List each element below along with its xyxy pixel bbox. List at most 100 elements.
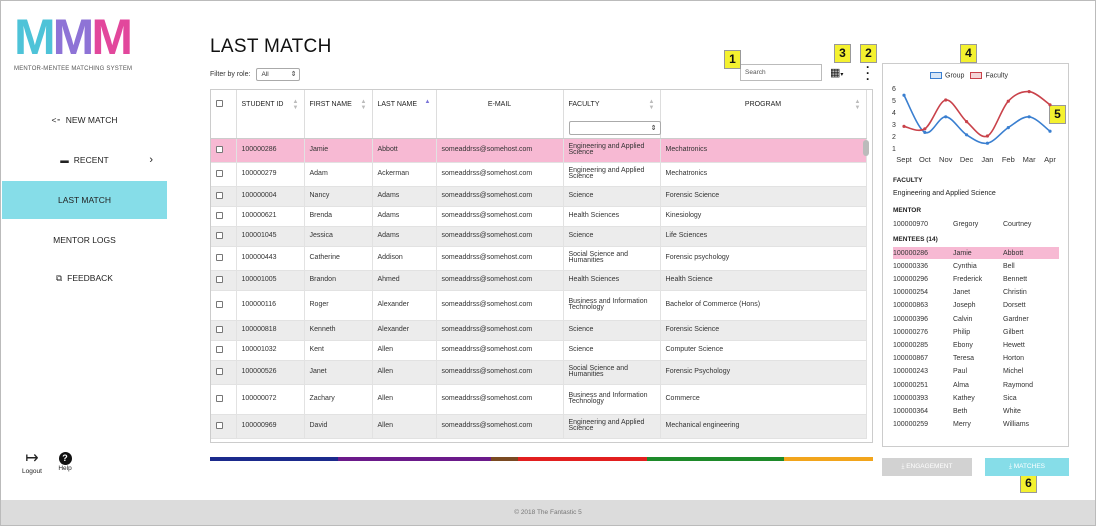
mentee-row[interactable]: 100000243 Paul Michel xyxy=(893,366,1059,378)
row-checkbox[interactable] xyxy=(216,367,223,375)
faculty-label: FACULTY xyxy=(893,177,923,184)
table-row[interactable]: 100000969 David Allen someaddrss@somehost.c… xyxy=(211,414,867,439)
row-checkbox[interactable] xyxy=(216,191,223,199)
data-point xyxy=(1027,90,1031,94)
program-cell: Forensic Science xyxy=(660,186,867,207)
col-first-name[interactable]: FIRST NAME ▲ ▼ xyxy=(304,90,373,118)
download-icon: ⤓ xyxy=(1009,463,1012,470)
mentee-row[interactable]: 100000285 Ebony Hewett xyxy=(893,339,1059,351)
row-checkbox[interactable] xyxy=(216,421,223,429)
mentee-row[interactable]: 100000396 Calvin Gardner xyxy=(893,313,1059,325)
col-student-id[interactable]: STUDENT ID ▲ ▼ xyxy=(236,90,305,118)
table-row[interactable]: 100000286 Jamie Abbott someaddrss@somehost.… xyxy=(211,138,867,163)
col-last-name[interactable]: LAST NAME ▲ xyxy=(372,90,437,118)
table-row[interactable]: 100000621 Brenda Adams someaddrss@somehost.… xyxy=(211,206,867,227)
row-checkbox[interactable] xyxy=(216,300,223,308)
table-row[interactable]: 100001045 Jessica Adams someaddrss@somehost… xyxy=(211,226,867,247)
logout-button[interactable]: ↦ Logout xyxy=(20,450,44,475)
mentee-row[interactable]: 100000863 Joseph Dorsett xyxy=(893,300,1059,312)
last-name-cell: Allen xyxy=(372,360,437,385)
row-checkbox[interactable] xyxy=(216,211,223,219)
mentees-label: MENTEES (14) xyxy=(893,236,938,243)
table-row[interactable]: 100000526 Janet Allen someaddrss@somehost.c… xyxy=(211,360,867,385)
sort-ascending-icon: ▲ xyxy=(424,99,431,105)
col-faculty[interactable]: FACULTY ▲ ▼ xyxy=(563,90,661,118)
faculty-cell: Science xyxy=(563,226,661,247)
sidebar-item-new-match[interactable]: <⁃ NEW MATCH xyxy=(2,110,167,130)
mentee-row[interactable]: 100000393 Kathey Sica xyxy=(893,392,1059,404)
student-id-cell: 100000526 xyxy=(236,360,305,385)
y-tick-label: 4 xyxy=(892,110,896,117)
first-name-cell: Nancy xyxy=(304,186,373,207)
callout-4: 4 xyxy=(960,44,977,63)
help-button[interactable]: ? Help xyxy=(54,452,76,472)
col-program[interactable]: PROGRAM ▲ ▼ xyxy=(660,90,867,118)
table-row[interactable]: 100000116 Roger Alexander someaddrss@someho… xyxy=(211,290,867,321)
mentee-row[interactable]: 100000336 Cynthia Bell xyxy=(893,260,1059,272)
logo-subtitle: MENTOR-MENTEE MATCHING SYSTEM xyxy=(14,66,133,72)
table-row[interactable]: 100000279 Adam Ackerman someaddrss@somehost… xyxy=(211,162,867,187)
table-row[interactable]: 100000443 Catherine Addison someaddrss@some… xyxy=(211,246,867,271)
row-checkbox[interactable] xyxy=(216,275,223,283)
sidebar-item-feedback[interactable]: ⧉ FEEDBACK xyxy=(2,268,167,288)
row-checkbox[interactable] xyxy=(216,325,223,333)
email-cell: someaddrss@somehost.com xyxy=(436,270,564,291)
email-cell: someaddrss@somehost.com xyxy=(436,384,564,415)
mentee-row[interactable]: 100000296 Frederick Bennett xyxy=(893,273,1059,285)
students-table: STUDENT ID ▲ ▼ FIRST NAME ▲ ▼ LAST NAME ▲ E-M… xyxy=(210,89,873,443)
role-filter-select[interactable]: All xyxy=(256,68,301,81)
mentee-row[interactable]: 100000276 Philip Gilbert xyxy=(893,326,1059,338)
mentee-row[interactable]: 100000364 Beth White xyxy=(893,405,1059,417)
data-point xyxy=(985,134,990,138)
chevron-right-icon: › xyxy=(149,154,153,166)
row-checkbox[interactable] xyxy=(216,394,223,402)
x-tick-label: Feb xyxy=(1002,155,1015,164)
last-name-cell: Alexander xyxy=(372,320,437,341)
search-input[interactable]: Search xyxy=(740,64,822,81)
email-cell: someaddrss@somehost.com xyxy=(436,320,564,341)
last-name-cell: Adams xyxy=(372,186,437,207)
sidebar-item-mentor-logs[interactable]: MENTOR LOGS xyxy=(2,230,167,250)
sidebar-item-last-match[interactable]: LAST MATCH xyxy=(2,181,167,219)
row-checkbox[interactable] xyxy=(216,253,223,261)
row-checkbox[interactable] xyxy=(216,345,223,353)
student-id-cell: 100000621 xyxy=(236,206,305,227)
more-options-button[interactable]: · · · xyxy=(864,61,872,85)
col-email[interactable]: E-MAIL xyxy=(436,90,564,118)
series-line-group xyxy=(903,94,1051,145)
x-tick-label: Apr xyxy=(1044,155,1056,164)
table-row[interactable]: 100000072 Zachary Allen someaddrss@somehost… xyxy=(211,384,867,415)
sidebar-item-recent[interactable]: ▬ RECENT › xyxy=(2,150,167,170)
email-cell: someaddrss@somehost.com xyxy=(436,206,564,227)
data-point xyxy=(902,93,906,97)
first-name-cell: Brenda xyxy=(304,206,373,227)
data-point xyxy=(902,124,906,128)
download-matches-button[interactable]: ⤓ MATCHES xyxy=(985,458,1069,476)
program-cell: Commerce xyxy=(660,384,867,415)
download-engagement-button[interactable]: ⤓ ENGAGEMENT xyxy=(882,458,972,476)
row-checkbox[interactable] xyxy=(216,231,223,239)
faculty-filter-select[interactable] xyxy=(568,120,661,135)
columns-toggle-button[interactable]: ▦▾ xyxy=(830,66,855,81)
x-tick-label: Nov xyxy=(939,155,953,164)
row-checkbox[interactable] xyxy=(216,145,223,153)
mentor-row: 100000970 Gregory Courtney xyxy=(893,220,1032,228)
row-checkbox[interactable] xyxy=(216,169,223,177)
mentee-row[interactable]: 100000259 Merry Williams xyxy=(893,419,1059,431)
last-name-cell: Ackerman xyxy=(372,162,437,187)
table-row[interactable]: 100001005 Brandon Ahmed someaddrss@somehost… xyxy=(211,270,867,291)
program-cell: Forensic Psychology xyxy=(660,360,867,385)
mentee-row[interactable]: 100000286 Jamie Abbott xyxy=(893,247,1059,259)
mentee-row[interactable]: 100000254 Janet Christin xyxy=(893,287,1059,299)
select-all-checkbox[interactable] xyxy=(216,99,223,107)
callout-2: 2 xyxy=(860,44,877,63)
table-row[interactable]: 100001032 Kent Allen someaddrss@somehost.co… xyxy=(211,340,867,361)
table-scrollbar[interactable] xyxy=(863,140,869,156)
data-point xyxy=(923,130,927,134)
program-cell: Forensic psychology xyxy=(660,246,867,271)
mentee-row[interactable]: 100000251 Alma Raymond xyxy=(893,379,1059,391)
faculty-cell: Engineering and Applied Science xyxy=(563,162,661,187)
mentee-row[interactable]: 100000867 Teresa Horton xyxy=(893,353,1059,365)
table-row[interactable]: 100000818 Kenneth Alexander someaddrss@some… xyxy=(211,320,867,341)
table-row[interactable]: 100000004 Nancy Adams someaddrss@somehost.c… xyxy=(211,186,867,207)
